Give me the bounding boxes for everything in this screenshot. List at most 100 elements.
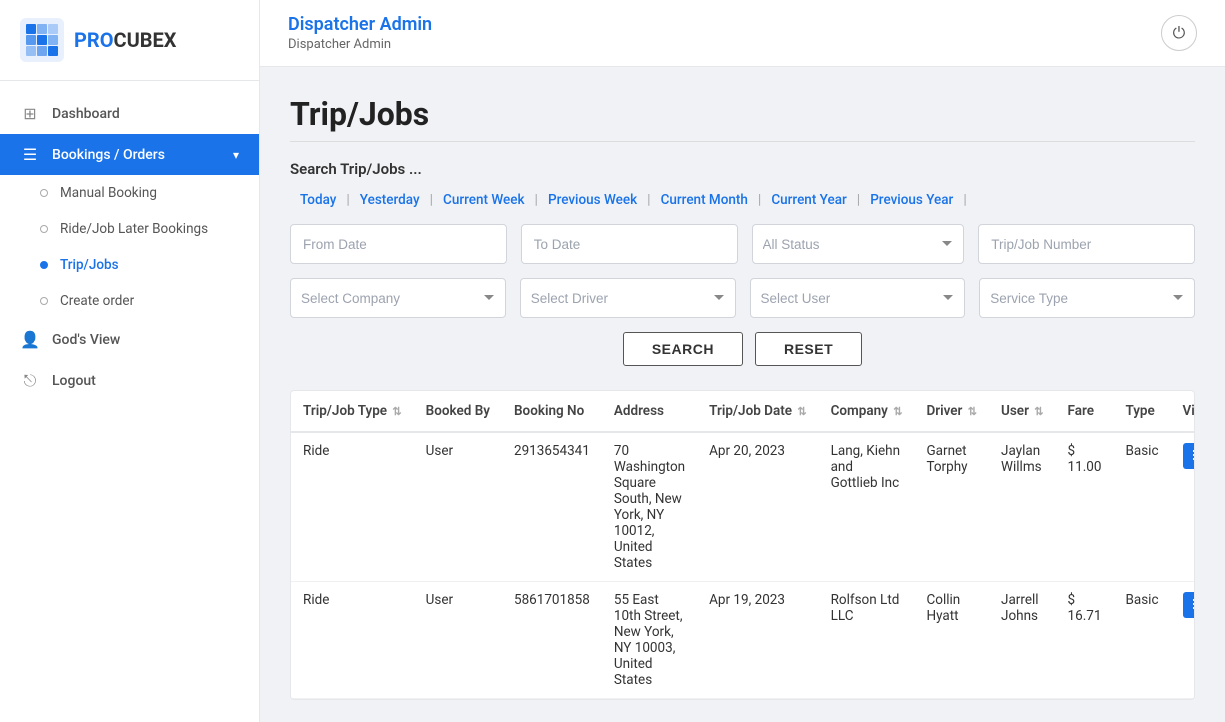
trip-jobs-label: Trip/Jobs — [60, 257, 119, 273]
sub-dot-icon — [40, 225, 48, 233]
cell-booking-no: 5861701858 — [502, 582, 602, 699]
sidebar-logo: PROCUBEX — [0, 0, 259, 81]
col-booked-by: Booked By — [414, 391, 502, 432]
logout-label: Logout — [52, 373, 96, 389]
table-row: Ride User 2913654341 70 Washington Squar… — [291, 432, 1195, 582]
sort-icon: ⇅ — [968, 405, 977, 418]
cell-company: Lang, Kiehn and Gottlieb Inc — [819, 432, 915, 582]
sort-icon: ⇅ — [392, 405, 401, 418]
cell-booking-no: 2913654341 — [502, 432, 602, 582]
main-content: Dispatcher Admin Dispatcher Admin ⏻ Trip… — [260, 0, 1225, 722]
logout-icon: ⎋ — [20, 371, 40, 391]
sidebar-item-ride-job-later[interactable]: Ride/Job Later Bookings — [0, 211, 259, 247]
cell-view: V — [1171, 582, 1195, 699]
col-fare: Fare — [1056, 391, 1114, 432]
filter-current-year[interactable]: Current Year — [761, 192, 856, 208]
col-type: Type — [1113, 391, 1170, 432]
search-button[interactable]: SEARCH — [623, 332, 743, 366]
power-button[interactable]: ⏻ — [1161, 15, 1197, 51]
sort-icon: ⇅ — [797, 405, 806, 418]
col-company: Company ⇅ — [819, 391, 915, 432]
table-header-row: Trip/Job Type ⇅ Booked By Booking No Add… — [291, 391, 1195, 432]
cell-user: Jarrell Johns — [989, 582, 1056, 699]
trips-table-container: Trip/Job Type ⇅ Booked By Booking No Add… — [290, 390, 1195, 700]
logo-text: PROCUBEX — [74, 28, 176, 52]
cell-trip-job-type: Ride — [291, 582, 414, 699]
service-type-select[interactable]: Service Type — [979, 278, 1195, 318]
sidebar-item-bookings[interactable]: ☰ Bookings / Orders ▾ — [0, 134, 259, 175]
cell-fare: $ 16.71 — [1056, 582, 1114, 699]
ride-job-later-label: Ride/Job Later Bookings — [60, 221, 208, 237]
cell-company: Rolfson Ltd LLC — [819, 582, 915, 699]
sub-dot-icon — [40, 189, 48, 197]
search-heading: Search Trip/Jobs ... — [290, 160, 1195, 178]
gods-view-label: God's View — [52, 332, 120, 348]
sidebar-item-create-order[interactable]: Create order — [0, 283, 259, 319]
driver-select[interactable]: Select Driver — [520, 278, 736, 318]
filter-pills: Today | Yesterday | Current Week | Previ… — [290, 192, 1195, 208]
table-body: Ride User 2913654341 70 Washington Squar… — [291, 432, 1195, 699]
cell-address: 55 East 10th Street, New York, NY 10003,… — [602, 582, 697, 699]
col-trip-job-date: Trip/Job Date ⇅ — [697, 391, 818, 432]
create-order-label: Create order — [60, 293, 134, 309]
reset-button[interactable]: RESET — [755, 332, 862, 366]
bookings-icon: ☰ — [20, 145, 40, 164]
list-icon — [1193, 449, 1195, 463]
sub-dot-icon — [40, 261, 48, 269]
cell-booked-by: User — [414, 432, 502, 582]
chevron-down-icon: ▾ — [233, 148, 239, 162]
manual-booking-label: Manual Booking — [60, 185, 157, 201]
filter-previous-week[interactable]: Previous Week — [538, 192, 647, 208]
sort-icon: ⇅ — [893, 405, 902, 418]
company-select[interactable]: Select Company — [290, 278, 506, 318]
from-date-input[interactable] — [290, 224, 507, 264]
header: Dispatcher Admin Dispatcher Admin ⏻ — [260, 0, 1225, 67]
sidebar-item-gods-view[interactable]: 👤 God's View — [0, 319, 259, 360]
sidebar-bookings-label: Bookings / Orders — [52, 147, 165, 163]
col-driver: Driver ⇅ — [914, 391, 989, 432]
page-title: Trip/Jobs — [290, 95, 1195, 133]
cell-type: Basic — [1113, 582, 1170, 699]
cell-fare: $ 11.00 — [1056, 432, 1114, 582]
cell-user: Jaylan Willms — [989, 432, 1056, 582]
cell-booked-by: User — [414, 582, 502, 699]
col-view: Vie — [1171, 391, 1195, 432]
cell-address: 70 Washington Square South, New York, NY… — [602, 432, 697, 582]
header-subtitle: Dispatcher Admin — [288, 37, 432, 52]
filter-current-week[interactable]: Current Week — [433, 192, 535, 208]
action-row: SEARCH RESET — [290, 332, 1195, 366]
status-select[interactable]: All Status — [752, 224, 965, 264]
sidebar-nav: ⊞ Dashboard ☰ Bookings / Orders ▾ Manual… — [0, 81, 259, 722]
sidebar: PROCUBEX ⊞ Dashboard ☰ Bookings / Orders… — [0, 0, 260, 722]
header-info: Dispatcher Admin Dispatcher Admin — [288, 14, 432, 52]
filter-row-1: All Status — [290, 224, 1195, 264]
sidebar-item-logout[interactable]: ⎋ Logout — [0, 360, 259, 402]
gods-view-icon: 👤 — [20, 330, 40, 349]
view-button[interactable]: V — [1183, 443, 1195, 469]
table-row: Ride User 5861701858 55 East 10th Street… — [291, 582, 1195, 699]
view-button[interactable]: V — [1183, 592, 1195, 618]
sidebar-item-dashboard[interactable]: ⊞ Dashboard — [0, 93, 259, 134]
trip-job-number-input[interactable] — [978, 224, 1195, 264]
user-select[interactable]: Select User — [750, 278, 966, 318]
page-content: Trip/Jobs Search Trip/Jobs ... Today | Y… — [260, 67, 1225, 722]
cell-view: V — [1171, 432, 1195, 582]
filter-previous-year[interactable]: Previous Year — [860, 192, 963, 208]
sidebar-dashboard-label: Dashboard — [52, 106, 120, 122]
filter-today[interactable]: Today — [290, 192, 346, 208]
cell-driver: Collin Hyatt — [914, 582, 989, 699]
cell-trip-job-date: Apr 19, 2023 — [697, 582, 818, 699]
sidebar-item-manual-booking[interactable]: Manual Booking — [0, 175, 259, 211]
col-booking-no: Booking No — [502, 391, 602, 432]
filter-yesterday[interactable]: Yesterday — [350, 192, 430, 208]
cell-driver: Garnet Torphy — [914, 432, 989, 582]
sub-dot-icon — [40, 297, 48, 305]
sidebar-item-trip-jobs[interactable]: Trip/Jobs — [0, 247, 259, 283]
trips-table: Trip/Job Type ⇅ Booked By Booking No Add… — [291, 391, 1195, 699]
cell-trip-job-type: Ride — [291, 432, 414, 582]
sort-icon: ⇅ — [1034, 405, 1043, 418]
to-date-input[interactable] — [521, 224, 738, 264]
separator-7: | — [963, 192, 966, 208]
dashboard-icon: ⊞ — [20, 104, 40, 123]
filter-current-month[interactable]: Current Month — [651, 192, 758, 208]
